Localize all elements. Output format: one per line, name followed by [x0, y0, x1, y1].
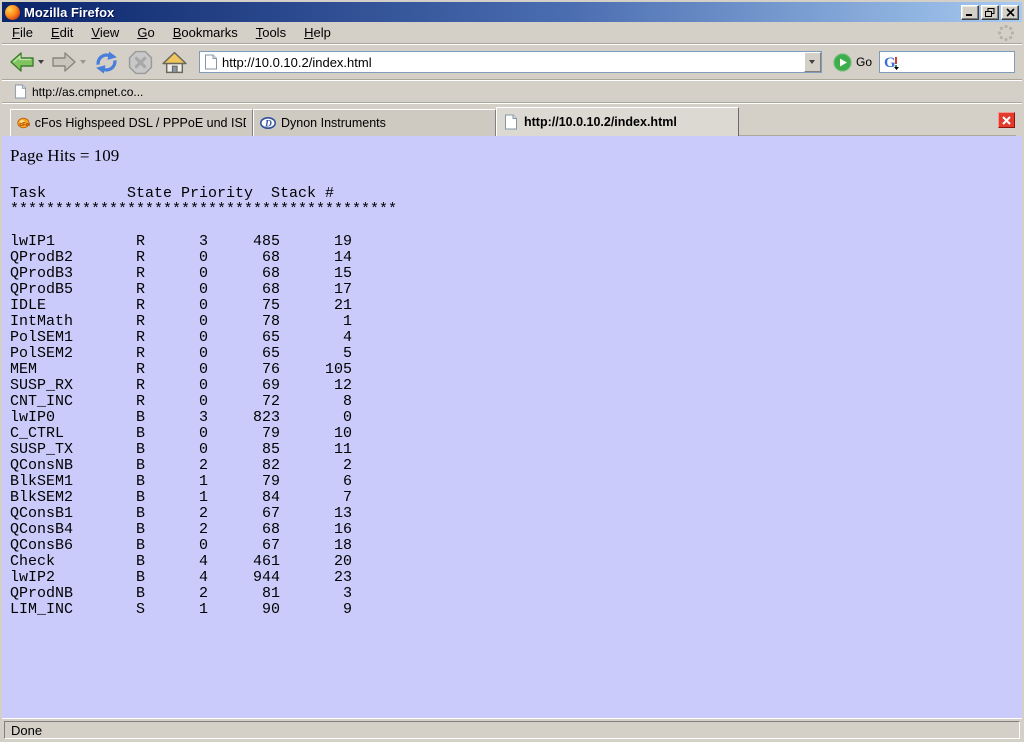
menu-go[interactable]: Go	[128, 22, 163, 43]
menu-bar: File Edit View Go Bookmarks Tools Help	[2, 22, 1022, 44]
search-input[interactable]	[901, 55, 1014, 70]
menu-view[interactable]: View	[82, 22, 128, 43]
status-bar: Done	[2, 718, 1022, 742]
go-icon[interactable]	[833, 53, 852, 72]
status-text: Done	[4, 721, 1020, 739]
restore-icon	[985, 8, 995, 17]
home-button[interactable]	[159, 48, 190, 77]
back-dropdown-icon[interactable]	[38, 60, 44, 64]
svg-text:D: D	[264, 120, 272, 130]
back-icon	[9, 50, 35, 74]
reload-icon	[94, 50, 119, 75]
window-title: Mozilla Firefox	[24, 5, 959, 20]
close-icon	[1006, 8, 1015, 17]
dynon-icon: D	[260, 115, 276, 131]
page-icon	[503, 114, 519, 130]
tab-bar: cFos cFos Highspeed DSL / PPPoE und ISDN…	[2, 103, 1022, 136]
address-input[interactable]	[222, 53, 804, 71]
svg-text:G: G	[884, 55, 896, 70]
throbber-icon	[995, 22, 1017, 44]
tab-cfos[interactable]: cFos cFos Highspeed DSL / PPPoE und ISDN…	[10, 109, 253, 136]
navigation-toolbar: Go G	[2, 44, 1022, 80]
forward-dropdown-icon[interactable]	[80, 60, 86, 64]
tab-label: http://10.0.10.2/index.html	[524, 115, 677, 129]
close-tab-button[interactable]	[998, 112, 1015, 128]
tab-index-html-active[interactable]: http://10.0.10.2/index.html	[496, 107, 739, 136]
google-g-icon[interactable]: G	[883, 54, 899, 70]
bookmark-item[interactable]: http://as.cmpnet.co...	[8, 82, 149, 101]
minimize-button[interactable]	[961, 5, 979, 20]
chevron-down-icon	[809, 60, 815, 64]
page-hits-text: Page Hits = 109	[10, 146, 1014, 166]
address-dropdown-button[interactable]	[804, 52, 821, 72]
minimize-icon	[965, 8, 975, 17]
back-button[interactable]	[7, 49, 46, 75]
cfos-icon: cFos	[17, 115, 30, 131]
page-icon	[14, 84, 27, 99]
close-button[interactable]	[1001, 5, 1019, 20]
page-content: Page Hits = 109 Task State Priority Stac…	[2, 136, 1022, 718]
menu-bookmarks[interactable]: Bookmarks	[164, 22, 247, 43]
search-box: G	[879, 51, 1015, 73]
tab-dynon[interactable]: D Dynon Instruments	[253, 109, 496, 136]
menu-edit[interactable]: Edit	[42, 22, 82, 43]
tab-label: cFos Highspeed DSL / PPPoE und ISDN CAP.…	[35, 116, 246, 130]
page-icon	[204, 54, 218, 70]
browser-window: Mozilla Firefox File Edit View Go Bookma…	[0, 0, 1024, 742]
close-icon	[1002, 116, 1011, 125]
reload-button[interactable]	[91, 48, 122, 77]
home-icon	[162, 50, 187, 75]
stop-icon	[128, 50, 153, 75]
bookmarks-toolbar: http://as.cmpnet.co...	[2, 80, 1022, 103]
menu-help[interactable]: Help	[295, 22, 340, 43]
task-table: Task State Priority Stack # ************…	[10, 186, 1014, 618]
forward-icon	[51, 50, 77, 74]
tab-label: Dynon Instruments	[281, 116, 386, 130]
menu-tools[interactable]: Tools	[247, 22, 295, 43]
restore-button[interactable]	[981, 5, 999, 20]
forward-button[interactable]	[49, 49, 88, 75]
tab-strip-gap	[739, 109, 1016, 136]
go-button[interactable]: Go	[856, 55, 872, 69]
menu-file[interactable]: File	[3, 22, 42, 43]
firefox-icon	[5, 5, 20, 20]
stop-button[interactable]	[125, 48, 156, 77]
bookmark-label: http://as.cmpnet.co...	[32, 85, 143, 99]
svg-text:cFos: cFos	[19, 122, 29, 128]
go-cluster: Go	[829, 53, 876, 72]
address-bar	[199, 51, 822, 73]
title-bar: Mozilla Firefox	[2, 2, 1022, 22]
